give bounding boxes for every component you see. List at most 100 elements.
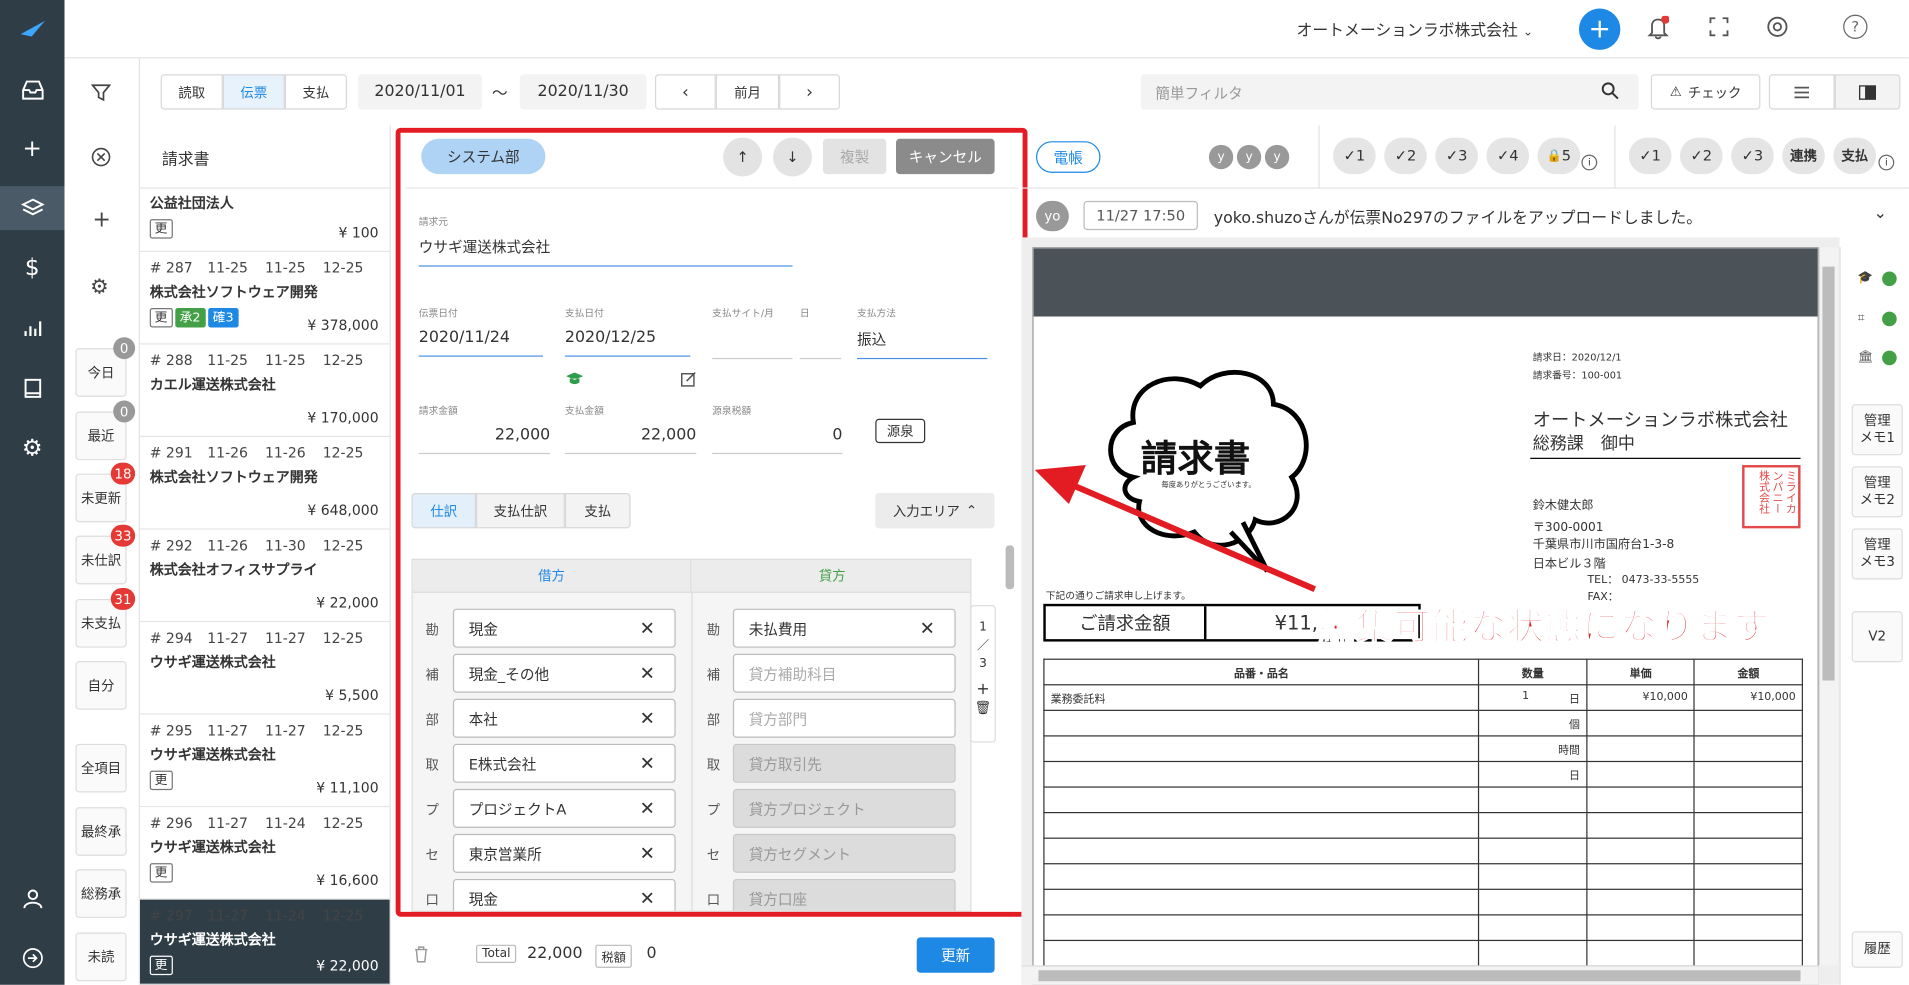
date-from[interactable]: 2020/11/01 bbox=[357, 74, 483, 110]
pay-step-1[interactable]: ✓ 1 bbox=[1628, 137, 1672, 175]
pay-step-3[interactable]: ✓ 3 bbox=[1731, 137, 1774, 175]
update-button[interactable]: 更新 bbox=[916, 937, 995, 973]
filter-button[interactable]: 全項目 bbox=[75, 743, 127, 793]
prev-month-button[interactable]: 前月 bbox=[715, 74, 780, 110]
layers-icon[interactable] bbox=[0, 186, 65, 231]
filter-button[interactable]: 最終承 bbox=[75, 807, 127, 856]
v2-button[interactable]: V2 bbox=[1851, 611, 1903, 663]
create-button[interactable]: + bbox=[1578, 8, 1621, 50]
clear-filter-icon[interactable] bbox=[91, 147, 111, 170]
chevron-down-icon[interactable]: ⌄ bbox=[1874, 205, 1887, 223]
filter-button[interactable]: 今日 0 bbox=[75, 337, 136, 397]
pay-button[interactable]: 支払 bbox=[1833, 137, 1877, 175]
doc-cell bbox=[1693, 812, 1803, 839]
item-meta: # 291 11-26 11-26 12-25 bbox=[150, 444, 381, 461]
item-amount: ¥ 5,500 bbox=[325, 686, 379, 704]
filter-button[interactable]: 未仕訳 33 bbox=[75, 524, 136, 585]
item-d2: 11-24 bbox=[264, 814, 306, 832]
support-icon[interactable] bbox=[1766, 16, 1788, 42]
delete-icon[interactable] bbox=[414, 946, 429, 967]
memo-button[interactable]: 管理 メモ1 bbox=[1851, 404, 1903, 456]
date-to[interactable]: 2020/11/30 bbox=[519, 74, 647, 110]
filter-input[interactable]: 簡単フィルタ bbox=[1140, 74, 1639, 110]
filter-button[interactable]: 未更新 18 bbox=[75, 462, 136, 523]
filter-settings-icon[interactable]: ⚙ bbox=[90, 275, 109, 299]
check-button[interactable]: ⚠ チェック bbox=[1650, 74, 1761, 110]
user-icon[interactable] bbox=[0, 877, 65, 921]
check-step-3[interactable]: ✓ 3 bbox=[1435, 137, 1478, 175]
add-filter-icon[interactable]: + bbox=[93, 207, 111, 233]
filter-button[interactable]: 総務承 bbox=[75, 869, 127, 918]
check-step-4[interactable]: ✓ 4 bbox=[1486, 137, 1530, 175]
doc-vscroll-thumb[interactable] bbox=[1822, 266, 1835, 681]
list-item[interactable]: # 297 11-27 11-24 12-25 ウサギ運送株式会社更 ¥ 22,000 bbox=[140, 899, 390, 985]
doc-hscroll[interactable] bbox=[1021, 965, 1819, 985]
filter-button[interactable]: 自分 bbox=[75, 661, 127, 710]
check-step-number: 3 bbox=[1458, 147, 1468, 165]
doc-cell bbox=[1478, 939, 1588, 967]
filter-button[interactable]: 最近 0 bbox=[75, 400, 136, 461]
doc-vscroll[interactable] bbox=[1818, 247, 1839, 966]
app-logo-icon[interactable] bbox=[0, 7, 65, 51]
item-d1: 11-25 bbox=[207, 351, 248, 369]
fullscreen-icon[interactable] bbox=[1709, 17, 1729, 40]
pay-step-2[interactable]: ✓ 2 bbox=[1680, 137, 1723, 175]
inbox-icon[interactable] bbox=[0, 68, 65, 112]
check-step-2[interactable]: ✓ 2 bbox=[1384, 137, 1427, 175]
dollar-icon[interactable]: $ bbox=[0, 246, 65, 290]
tab-read[interactable]: 読取 bbox=[160, 74, 223, 110]
filter-button[interactable]: 未支払 31 bbox=[75, 588, 136, 648]
item-amount: ¥ 22,000 bbox=[316, 594, 379, 612]
tab-slip[interactable]: 伝票 bbox=[222, 74, 285, 110]
list-item[interactable]: # 287 11-25 11-25 12-25 株式会社ソフトウェア開発更承2 確3 ¥ 3… bbox=[140, 252, 390, 345]
info-icon[interactable]: i bbox=[1581, 154, 1598, 171]
add-icon[interactable]: + bbox=[0, 127, 65, 171]
bell-icon[interactable] bbox=[1647, 15, 1670, 44]
doc-cell bbox=[1693, 709, 1803, 737]
list-item[interactable]: # 291 11-26 11-26 12-25 株式会社ソフトウェア開発 ¥ 648,00… bbox=[140, 437, 390, 530]
check-step-number: 5 bbox=[1561, 147, 1572, 165]
company-selector[interactable]: オートメーションラボ株式会社 ⌄ bbox=[1297, 17, 1534, 40]
doc-cell bbox=[1586, 837, 1696, 865]
logout-icon[interactable] bbox=[0, 936, 65, 980]
filter-button[interactable]: 未読 bbox=[75, 932, 127, 982]
tab-pay[interactable]: 支払 bbox=[284, 74, 347, 110]
check-step-1[interactable]: ✓ 1 bbox=[1333, 137, 1376, 175]
list-item[interactable]: # 292 11-26 11-30 12-25 株式会社オフィスサプライ ¥ 22,000 bbox=[140, 530, 390, 623]
filter-icon[interactable] bbox=[90, 83, 112, 106]
next-arrow-icon[interactable]: › bbox=[779, 74, 841, 110]
doc-cell: ¥10,000 bbox=[1693, 684, 1803, 711]
list-item[interactable]: # 295 11-27 11-27 12-25 ウサギ運送株式会社更 ¥ 11,100 bbox=[140, 715, 390, 808]
doc-recipient: オートメーションラボ株式会社 bbox=[1532, 409, 1788, 431]
help-icon[interactable]: ? bbox=[1843, 14, 1868, 39]
search-icon[interactable] bbox=[1601, 82, 1619, 104]
doc-cell bbox=[1586, 760, 1696, 788]
memo-button[interactable]: 管理 メモ2 bbox=[1851, 466, 1903, 518]
item-d1: 11-27 bbox=[207, 814, 248, 832]
doc-cell bbox=[1043, 786, 1480, 814]
linked-button[interactable]: 連携 bbox=[1782, 137, 1825, 175]
info-icon[interactable]: i bbox=[1878, 154, 1895, 171]
doc-unit: 日 bbox=[1569, 693, 1580, 706]
book-icon[interactable] bbox=[0, 366, 65, 410]
prev-arrow-icon[interactable]: ‹ bbox=[654, 74, 716, 110]
item-d3: 12-25 bbox=[322, 444, 364, 462]
history-button[interactable]: 履歴 bbox=[1851, 931, 1903, 968]
ledger-badge[interactable]: 電帳 bbox=[1036, 141, 1101, 173]
chart-icon[interactable] bbox=[0, 307, 65, 351]
doc-cell bbox=[1693, 863, 1803, 890]
filter-placeholder: 簡単フィルタ bbox=[1155, 85, 1243, 103]
item-amount: ¥ 16,600 bbox=[316, 871, 379, 889]
split-view-icon[interactable] bbox=[1834, 74, 1901, 110]
doc-hscroll-thumb[interactable] bbox=[1038, 970, 1801, 982]
doc-col-header: 金額 bbox=[1693, 658, 1803, 686]
list-view-icon[interactable] bbox=[1768, 74, 1835, 110]
list-item[interactable]: 公益社団法人更 ¥ 100 bbox=[140, 189, 390, 253]
settings-icon[interactable]: ⚙ bbox=[0, 426, 65, 470]
list-item[interactable]: # 288 11-25 11-25 12-25 カエル運送株式会社 ¥ 170,000 bbox=[140, 345, 390, 438]
list-item[interactable]: # 294 11-27 11-27 12-25 ウサギ運送株式会社 ¥ 5,500 bbox=[140, 622, 390, 715]
check-step-5[interactable]: 🔒 5 bbox=[1537, 137, 1581, 175]
list-item[interactable]: # 296 11-27 11-24 12-25 ウサギ運送株式会社更 ¥ 16,600 bbox=[140, 807, 390, 900]
memo-button[interactable]: 管理 メモ3 bbox=[1851, 528, 1903, 580]
month-nav: ‹ 前月 › bbox=[654, 74, 841, 110]
